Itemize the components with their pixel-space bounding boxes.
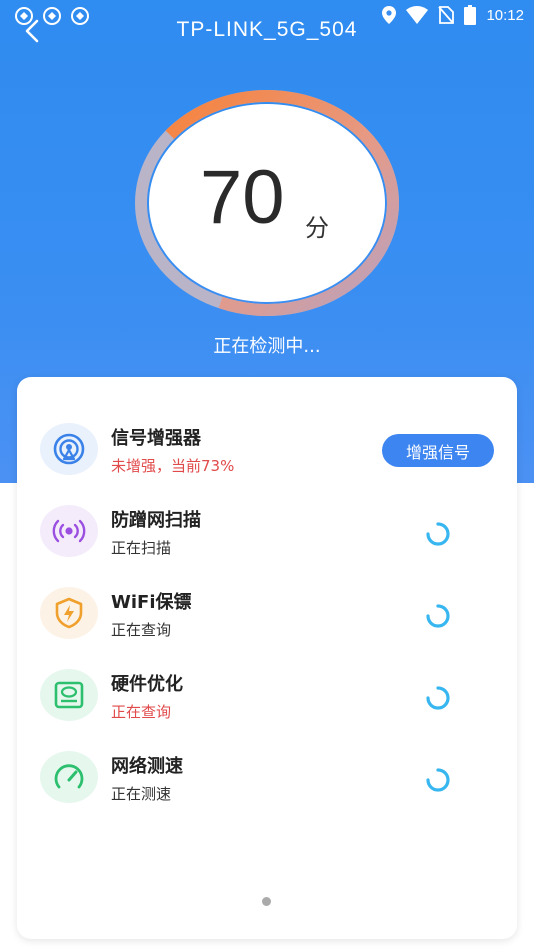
list-item-wifi-guard[interactable]: WiFi保镖 正在查询	[17, 584, 517, 654]
page-indicator-dot	[262, 897, 271, 906]
item-title: 防蹭网扫描	[111, 510, 201, 531]
score-value: 70	[200, 155, 285, 240]
shield-lightning-icon	[40, 587, 98, 639]
hardware-drive-icon	[40, 669, 98, 721]
loading-spinner-icon	[426, 522, 450, 546]
detection-card: 信号增强器 未增强，当前73% 增强信号 防蹭网扫描 正在扫描 WiFi保镖 正…	[17, 377, 517, 939]
item-status: 正在查询	[111, 621, 172, 639]
broadcast-scan-icon	[40, 505, 98, 557]
list-item-hardware-optimize[interactable]: 硬件优化 正在查询	[17, 666, 517, 736]
signal-booster-icon	[40, 423, 98, 475]
loading-spinner-icon	[426, 604, 450, 628]
item-status: 未增强，当前73%	[111, 457, 235, 475]
score-unit: 分	[305, 214, 329, 242]
loading-spinner-icon	[426, 686, 450, 710]
item-status: 正在查询	[111, 703, 172, 721]
list-item-anti-leech-scan[interactable]: 防蹭网扫描 正在扫描	[17, 502, 517, 572]
item-status: 正在扫描	[111, 539, 172, 557]
list-item-speed-test[interactable]: 网络测速 正在测速	[17, 748, 517, 818]
detect-status: 正在检测中...	[213, 336, 321, 357]
boost-signal-button[interactable]: 增强信号	[382, 434, 494, 467]
page-title: TP-LINK_5G_504	[176, 18, 358, 41]
speedometer-icon	[40, 751, 98, 803]
item-title: 网络测速	[111, 756, 183, 777]
item-title: 信号增强器	[111, 428, 201, 449]
item-status: 正在测速	[111, 785, 172, 803]
item-title: 硬件优化	[111, 674, 183, 695]
loading-spinner-icon	[426, 768, 450, 792]
list-item-signal-booster[interactable]: 信号增强器 未增强，当前73% 增强信号	[17, 420, 517, 490]
item-title: WiFi保镖	[111, 592, 192, 613]
